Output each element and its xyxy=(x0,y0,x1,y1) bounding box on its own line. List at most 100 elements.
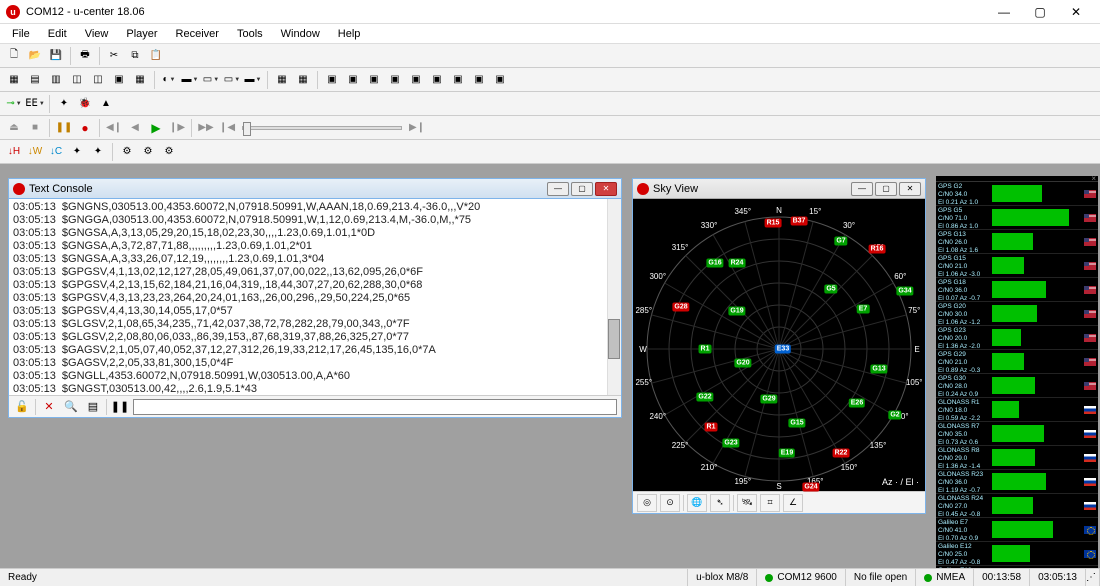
baud-button[interactable]: ⴹⴹ▼ xyxy=(25,94,45,114)
menu-player[interactable]: Player xyxy=(118,26,165,42)
step-back-button[interactable]: ◀❙ xyxy=(104,118,124,138)
skip-end-button[interactable]: ▶❙ xyxy=(407,118,427,138)
ffwd-button[interactable]: ▶▶ xyxy=(196,118,216,138)
debug-button[interactable]: 🐞 xyxy=(75,94,95,114)
view1-button[interactable]: ▦ xyxy=(4,70,24,90)
view5-button[interactable]: ◫ xyxy=(88,70,108,90)
panel9-button[interactable]: ▣ xyxy=(490,70,510,90)
console-min-button[interactable]: — xyxy=(547,182,569,196)
panel7-button[interactable]: ▣ xyxy=(448,70,468,90)
menu-edit[interactable]: Edit xyxy=(40,26,75,42)
play-back-button[interactable]: ◀ xyxy=(125,118,145,138)
console-input[interactable] xyxy=(133,399,617,415)
svg-text:300°: 300° xyxy=(649,272,666,281)
new-button[interactable]: 🗋 xyxy=(4,46,24,66)
sat-bar xyxy=(992,518,1082,541)
hot-button[interactable]: ↓H xyxy=(4,142,24,162)
sky-angle-button[interactable]: ∠ xyxy=(783,494,803,512)
sky-max-button[interactable]: ▢ xyxy=(875,182,897,196)
panel3-button[interactable]: ▣ xyxy=(364,70,384,90)
sky-sat-button[interactable]: 🛰 xyxy=(737,494,757,512)
stop-button[interactable]: ■ xyxy=(25,118,45,138)
record-button[interactable]: ● xyxy=(75,118,95,138)
grid1-button[interactable]: ▦ xyxy=(272,70,292,90)
sat-flag-icon xyxy=(1082,230,1098,253)
sat-flag-icon xyxy=(1082,278,1098,301)
paste-button[interactable]: 📋 xyxy=(146,46,166,66)
minimize-button[interactable]: — xyxy=(986,1,1022,23)
console-max-button[interactable]: ▢ xyxy=(571,182,593,196)
svg-text:135°: 135° xyxy=(870,441,887,450)
sky-globe-button[interactable]: 🌐 xyxy=(687,494,707,512)
cold-button[interactable]: ↓C xyxy=(46,142,66,162)
eject-button[interactable]: ⏏ xyxy=(4,118,24,138)
pause-scroll-button[interactable]: ❚❚ xyxy=(111,398,129,416)
clear-button[interactable]: ✕ xyxy=(40,398,58,416)
menu-file[interactable]: File xyxy=(4,26,38,42)
view7-button[interactable]: ▦ xyxy=(130,70,150,90)
step-fwd-button[interactable]: ❙▶ xyxy=(167,118,187,138)
pause-button[interactable]: ❚❚ xyxy=(54,118,74,138)
svg-text:330°: 330° xyxy=(701,221,718,230)
sat-bar xyxy=(992,542,1082,565)
sky-min-button[interactable]: — xyxy=(851,182,873,196)
console-scrollbar[interactable] xyxy=(607,199,621,395)
sky-compass-button[interactable]: ➴ xyxy=(710,494,730,512)
close-button[interactable]: ✕ xyxy=(1058,1,1094,23)
sat-info: GLONASS R1C/N0 18.0El 0.59 Az -2.2 xyxy=(936,398,992,421)
player-slider[interactable] xyxy=(242,126,402,130)
gear2-button[interactable]: ⚙ xyxy=(138,142,158,162)
sky-target1-button[interactable]: ◎ xyxy=(637,494,657,512)
menu-receiver[interactable]: Receiver xyxy=(168,26,227,42)
autobauding-button[interactable]: ✦ xyxy=(54,94,74,114)
find-button[interactable]: 🔍 xyxy=(62,398,80,416)
view3-button[interactable]: ▥ xyxy=(46,70,66,90)
panel4-button[interactable]: ▣ xyxy=(385,70,405,90)
sat-flag-icon xyxy=(1082,518,1098,541)
chart4-button[interactable]: ▭▼ xyxy=(222,70,242,90)
cut-button[interactable]: ✂ xyxy=(104,46,124,66)
svg-text:150°: 150° xyxy=(841,463,858,472)
panel6-button[interactable]: ▣ xyxy=(427,70,447,90)
sat-marker: G34 xyxy=(896,287,913,296)
panel5-button[interactable]: ▣ xyxy=(406,70,426,90)
menu-tools[interactable]: Tools xyxy=(229,26,271,42)
connect-button[interactable]: ⊸▼ xyxy=(4,94,24,114)
grid2-button[interactable]: ▦ xyxy=(293,70,313,90)
chart1-button[interactable]: ◐▼ xyxy=(159,70,179,90)
sat-marker: G20 xyxy=(734,359,751,368)
play-button[interactable]: ▶ xyxy=(146,118,166,138)
maximize-button[interactable]: ▢ xyxy=(1022,1,1058,23)
view4-button[interactable]: ◫ xyxy=(67,70,87,90)
panel1-button[interactable]: ▣ xyxy=(322,70,342,90)
hotstart-button[interactable]: ▲ xyxy=(96,94,116,114)
panel8-button[interactable]: ▣ xyxy=(469,70,489,90)
agps2-button[interactable]: ✦ xyxy=(88,142,108,162)
view6-button[interactable]: ▣ xyxy=(109,70,129,90)
lock-icon[interactable]: 🔓 xyxy=(13,398,31,416)
console-close-button[interactable]: ✕ xyxy=(595,182,617,196)
chart5-button[interactable]: ▬▼ xyxy=(243,70,263,90)
open-button[interactable]: 📂 xyxy=(25,46,45,66)
print-button[interactable]: 🖶 xyxy=(75,46,95,66)
view2-button[interactable]: ▤ xyxy=(25,70,45,90)
menu-window[interactable]: Window xyxy=(273,26,328,42)
sky-close-button[interactable]: ✕ xyxy=(899,182,921,196)
gear1-button[interactable]: ⚙ xyxy=(117,142,137,162)
sky-target2-button[interactable]: ⊙ xyxy=(660,494,680,512)
chart3-button[interactable]: ▭▼ xyxy=(201,70,221,90)
warm-button[interactable]: ↓W xyxy=(25,142,45,162)
gear3-button[interactable]: ⚙ xyxy=(159,142,179,162)
agps1-button[interactable]: ✦ xyxy=(67,142,87,162)
panel2-button[interactable]: ▣ xyxy=(343,70,363,90)
copy-button[interactable]: ⧉ xyxy=(125,46,145,66)
sat-marker: G24 xyxy=(802,483,819,492)
save-button[interactable]: 💾 xyxy=(46,46,66,66)
sky-grid-button[interactable]: ⌗ xyxy=(760,494,780,512)
filter-button[interactable]: ▤ xyxy=(84,398,102,416)
skip-start-button[interactable]: ❙◀ xyxy=(217,118,237,138)
chart2-button[interactable]: ▬▼ xyxy=(180,70,200,90)
sat-info: GPS G13C/N0 26.0El 1.08 Az 1.6 xyxy=(936,230,992,253)
menu-help[interactable]: Help xyxy=(330,26,369,42)
menu-view[interactable]: View xyxy=(77,26,117,42)
